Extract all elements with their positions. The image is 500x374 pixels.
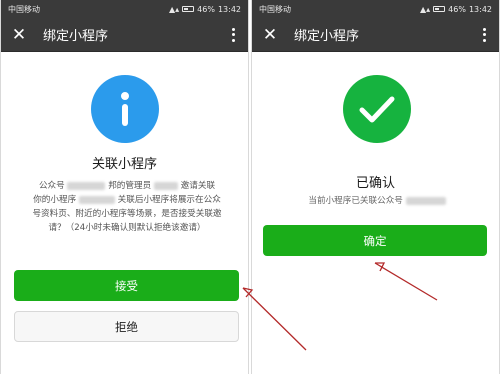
invite-description: 公众号 邦的管理员 邀请关联 你的小程序 关联后小程序将展示在公众 号资料页、附…: [16, 179, 238, 235]
battery-percent: 46%: [448, 4, 466, 14]
left-screen: 中国移动 ▲▴ 46% 13:42 ✕ 绑定小程序 关联小程序 公众号 邦的管理…: [0, 0, 249, 374]
more-vertical-icon[interactable]: [226, 25, 240, 45]
page-title: 绑定小程序: [43, 29, 109, 44]
carrier-label: 中国移动: [8, 4, 40, 14]
invite-heading: 关联小程序: [91, 157, 157, 172]
battery-percent: 46%: [197, 4, 215, 14]
redacted-text: [405, 196, 446, 205]
confirmed-message: 当前小程序已关联公众号: [272, 194, 482, 206]
carrier-label: 中国移动: [259, 4, 291, 14]
check-icon: [343, 75, 411, 143]
description-line: 号资料页、附近的小程序等场景，是否接受关联邀: [32, 209, 222, 219]
close-icon[interactable]: ✕: [260, 25, 280, 45]
status-time: 13:42: [217, 4, 241, 14]
reject-button[interactable]: 拒绝: [14, 311, 239, 342]
close-icon[interactable]: ✕: [9, 25, 29, 45]
redacted-text: [153, 181, 178, 190]
battery-icon: [433, 6, 446, 12]
status-icons: ▲▴ 46% 13:42: [169, 5, 241, 14]
status-time: 13:42: [468, 4, 492, 14]
status-bar: 中国移动 ▲▴ 46% 13:42: [252, 0, 499, 18]
app-bar: ✕ 绑定小程序: [1, 18, 248, 52]
confirm-button[interactable]: 确定: [263, 225, 487, 256]
signal-icon: ▲▴: [168, 4, 180, 14]
description-line: 你的小程序 关联后小程序将展示在公众: [33, 195, 221, 205]
redacted-text: [67, 181, 106, 190]
battery-icon: [182, 6, 195, 12]
page-title: 绑定小程序: [294, 29, 360, 44]
more-vertical-icon[interactable]: [477, 25, 491, 45]
status-bar: 中国移动 ▲▴ 46% 13:42: [1, 0, 248, 18]
signal-icon: ▲▴: [419, 4, 431, 14]
status-icons: ▲▴ 46% 13:42: [420, 5, 492, 14]
accept-button[interactable]: 接受: [14, 270, 239, 301]
app-bar: ✕ 绑定小程序: [252, 18, 499, 52]
description-line: 公众号 邦的管理员 邀请关联: [38, 181, 216, 191]
right-screen: 中国移动 ▲▴ 46% 13:42 ✕ 绑定小程序 已确认 当前小程序已关联公众…: [251, 0, 500, 374]
description-line: 请？（24小时未确认则默认拒绝该邀请）: [48, 223, 206, 233]
info-icon: [91, 75, 159, 143]
confirmed-heading: 已确认: [355, 176, 395, 191]
redacted-text: [78, 195, 115, 204]
